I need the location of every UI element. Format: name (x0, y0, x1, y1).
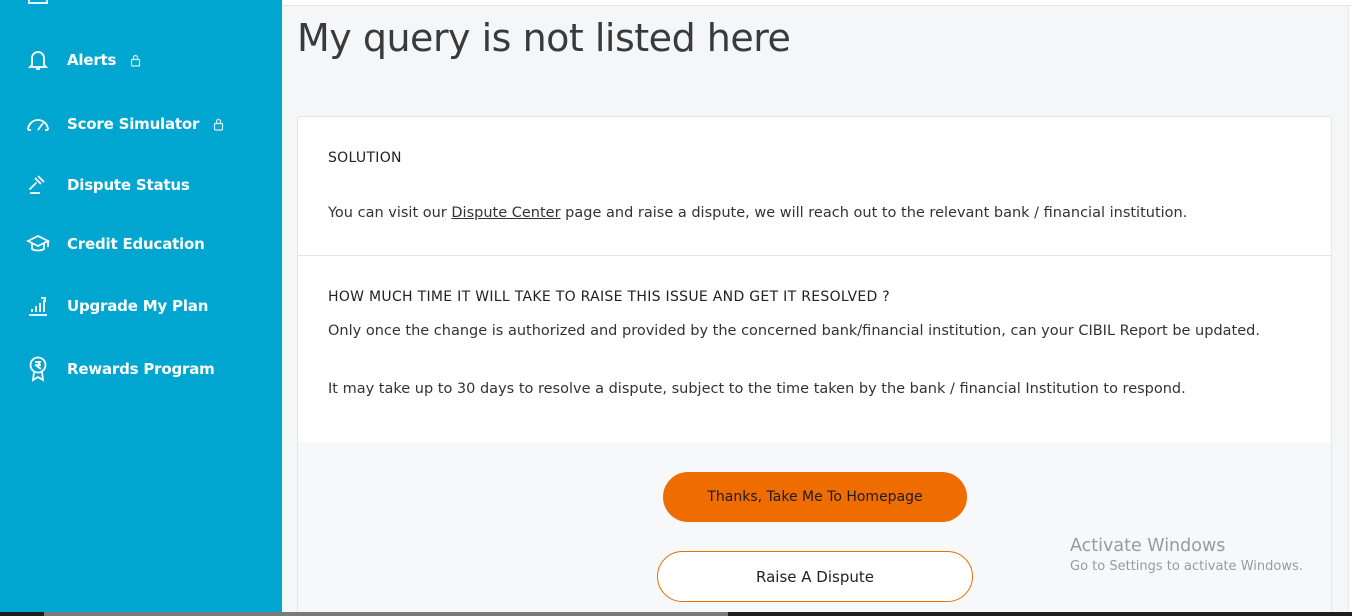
resolution-heading: HOW MUCH TIME IT WILL TAKE TO RAISE THIS… (328, 289, 891, 305)
main-content: My query is not listed here SOLUTION You… (282, 0, 1352, 616)
homepage-button[interactable]: Thanks, Take Me To Homepage (663, 472, 967, 522)
resolution-para-2: It may take up to 30 days to resolve a d… (328, 381, 1186, 397)
watermark-title: Activate Windows (1070, 536, 1226, 556)
lock-icon (130, 54, 141, 67)
page-title: My query is not listed here (297, 16, 791, 60)
sidebar-item-credit-education[interactable]: Credit Education (24, 230, 205, 258)
sidebar-item-alerts[interactable]: Alerts (24, 46, 141, 74)
sidebar-item-label: Score Simulator (67, 115, 200, 133)
sidebar-item-dispute-status[interactable]: Dispute Status (24, 171, 190, 199)
scrollbar[interactable] (1348, 6, 1352, 616)
gavel-icon (24, 171, 52, 199)
sidebar-item-score-simulator[interactable]: Score Simulator (24, 110, 224, 138)
sidebar-item-label: Upgrade My Plan (67, 297, 209, 315)
resolution-para-1: Only once the change is authorized and p… (328, 323, 1260, 339)
sidebar-item-label: Credit Education (67, 235, 205, 253)
bottom-bar (0, 612, 1352, 616)
button-area: Thanks, Take Me To Homepage Raise A Disp… (298, 442, 1331, 616)
activate-windows-watermark: Activate Windows Go to Settings to activ… (1070, 536, 1303, 574)
resolution-section: HOW MUCH TIME IT WILL TAKE TO RAISE THIS… (298, 256, 1331, 442)
sidebar-item-label: Alerts (67, 51, 117, 69)
dispute-center-link[interactable]: Dispute Center (451, 205, 560, 221)
sidebar-item-upgrade-my-plan[interactable]: Upgrade My Plan (24, 292, 208, 320)
sidebar-cut-icon (28, 0, 48, 4)
solution-text-before: You can visit our (328, 205, 452, 221)
solution-heading: SOLUTION (328, 150, 402, 166)
bar-chart-icon (24, 292, 52, 320)
raise-dispute-button[interactable]: Raise A Dispute (657, 551, 973, 602)
solution-section: SOLUTION You can visit our Dispute Cente… (298, 117, 1331, 256)
bottom-scroll-segment (44, 612, 728, 616)
sidebar-item-rewards-program[interactable]: Rewards Program (24, 355, 215, 383)
rupee-badge-icon (24, 355, 52, 383)
solution-text-after: page and raise a dispute, we will reach … (560, 205, 1188, 221)
watermark-subtitle: Go to Settings to activate Windows. (1070, 559, 1303, 574)
graduation-cap-icon (24, 230, 52, 258)
sidebar-item-label: Rewards Program (67, 360, 215, 378)
sidebar: Alerts Score Simulator Dispute Status Cr… (0, 0, 282, 616)
top-divider (282, 0, 1352, 6)
sidebar-item-label: Dispute Status (67, 176, 190, 194)
speedometer-icon (24, 110, 52, 138)
lock-icon (213, 118, 224, 131)
solution-text: You can visit our Dispute Center page an… (328, 201, 1187, 225)
bell-icon (24, 46, 52, 74)
